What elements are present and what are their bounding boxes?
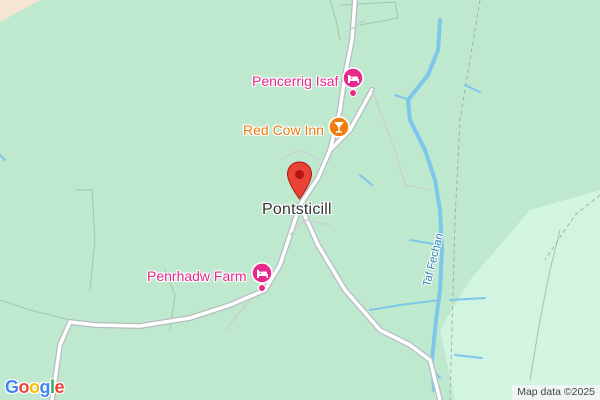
map-canvas[interactable]: Pencerrig Isaf Red Cow Inn Pontsticill P… xyxy=(0,0,600,400)
open-land-area xyxy=(440,190,600,400)
map-pin-icon[interactable] xyxy=(286,161,313,202)
logo-letter: e xyxy=(54,377,65,397)
logo-letter: o xyxy=(18,377,30,397)
top-left-corner-area xyxy=(0,0,40,22)
poi-label: Pencerrig Isaf xyxy=(252,72,339,89)
map-attribution[interactable]: Map data ©2025 xyxy=(512,385,600,400)
logo-letter: g xyxy=(39,377,51,397)
poi-penrhadw-farm[interactable]: Penrhadw Farm xyxy=(147,262,273,289)
poi-label: Penrhadw Farm xyxy=(147,267,247,284)
poi-red-cow-inn[interactable]: Red Cow Inn xyxy=(243,116,350,143)
poi-pencerrig-isaf[interactable]: Pencerrig Isaf xyxy=(252,67,365,94)
logo-letter: o xyxy=(29,377,40,397)
poi-dot xyxy=(258,284,266,292)
cocktail-icon xyxy=(328,116,350,143)
place-label: Pontsticill xyxy=(262,201,332,218)
poi-dot xyxy=(349,89,357,97)
logo-letter: G xyxy=(5,377,19,397)
google-logo[interactable]: Google xyxy=(5,377,65,398)
poi-label: Red Cow Inn xyxy=(243,121,324,138)
